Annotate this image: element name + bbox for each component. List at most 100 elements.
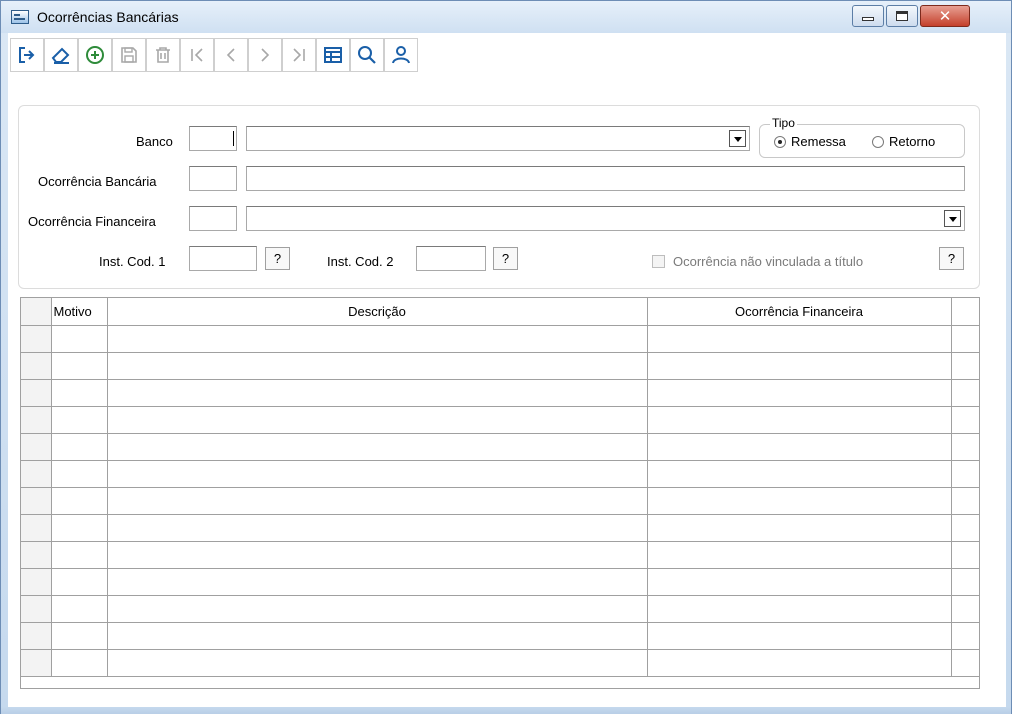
- cell-motivo[interactable]: [51, 514, 108, 542]
- toolbar: [10, 38, 418, 72]
- cell-ocorrencia-financeira[interactable]: [647, 568, 952, 596]
- new-button[interactable]: [78, 38, 112, 72]
- table-row[interactable]: [21, 406, 979, 434]
- close-icon: ✕: [938, 6, 952, 25]
- cell-motivo[interactable]: [51, 649, 108, 677]
- cell-descricao[interactable]: [107, 379, 648, 407]
- inst-cod2-help-button[interactable]: ?: [493, 247, 518, 270]
- table-row[interactable]: [21, 568, 979, 596]
- table-row[interactable]: [21, 433, 979, 461]
- inst-cod1-help-button[interactable]: ?: [265, 247, 290, 270]
- cell-descricao[interactable]: [107, 325, 648, 353]
- cell-ocorrencia-financeira[interactable]: [647, 514, 952, 542]
- tipo-legend: Tipo: [770, 116, 797, 130]
- user-button[interactable]: [384, 38, 418, 72]
- cell-motivo[interactable]: [51, 487, 108, 515]
- cell-ocorrencia-financeira[interactable]: [647, 460, 952, 488]
- minimize-button[interactable]: [852, 5, 884, 27]
- ocorrencia-bancaria-code-field[interactable]: [189, 166, 237, 191]
- cell-descricao[interactable]: [107, 622, 648, 650]
- banco-dropdown-arrow-icon[interactable]: [729, 130, 746, 147]
- cell-descricao[interactable]: [107, 487, 648, 515]
- cell-motivo[interactable]: [51, 325, 108, 353]
- table-row[interactable]: [21, 352, 979, 380]
- cell-descricao[interactable]: [107, 514, 648, 542]
- cell-ocorrencia-financeira[interactable]: [647, 595, 952, 623]
- cell-motivo[interactable]: [51, 595, 108, 623]
- table-row[interactable]: [21, 379, 979, 407]
- motivos-grid[interactable]: Motivo Descrição Ocorrência Financeira: [20, 297, 980, 689]
- cell-ind: [21, 406, 52, 434]
- exit-button[interactable]: [10, 38, 44, 72]
- save-button[interactable]: [112, 38, 146, 72]
- ocorrencia-bancaria-desc-field[interactable]: [246, 166, 965, 191]
- ocorrencia-bancaria-label: Ocorrência Bancária: [38, 174, 157, 189]
- cell-filler: [951, 487, 979, 515]
- column-header-descricao[interactable]: Descrição: [107, 298, 648, 326]
- inst-cod1-field[interactable]: [189, 246, 257, 271]
- nao-vinculada-checkbox[interactable]: [652, 255, 665, 268]
- cell-ocorrencia-financeira[interactable]: [647, 406, 952, 434]
- table-row[interactable]: [21, 487, 979, 515]
- cell-descricao[interactable]: [107, 433, 648, 461]
- table-row[interactable]: [21, 325, 979, 353]
- banco-code-field[interactable]: [189, 126, 237, 151]
- ocorrencia-financeira-dropdown-arrow-icon[interactable]: [944, 210, 961, 227]
- table-row[interactable]: [21, 460, 979, 488]
- cell-ocorrencia-financeira[interactable]: [647, 379, 952, 407]
- grid-view-button[interactable]: [316, 38, 350, 72]
- column-header-filler: [951, 298, 979, 326]
- cell-motivo[interactable]: [51, 406, 108, 434]
- ocorrencia-financeira-code-field[interactable]: [189, 206, 237, 231]
- cell-motivo[interactable]: [51, 541, 108, 569]
- ocorrencia-financeira-select[interactable]: [246, 206, 965, 231]
- clear-button[interactable]: [44, 38, 78, 72]
- nao-vinculada-help-button[interactable]: ?: [939, 247, 964, 270]
- banco-name-select[interactable]: [246, 126, 750, 151]
- cell-ocorrencia-financeira[interactable]: [647, 649, 952, 677]
- previous-record-button[interactable]: [214, 38, 248, 72]
- delete-button[interactable]: [146, 38, 180, 72]
- retorno-label: Retorno: [889, 134, 936, 149]
- table-row[interactable]: [21, 595, 979, 623]
- table-row[interactable]: [21, 514, 979, 542]
- close-button[interactable]: ✕: [920, 5, 970, 27]
- cell-descricao[interactable]: [107, 541, 648, 569]
- cell-ocorrencia-financeira[interactable]: [647, 433, 952, 461]
- table-row[interactable]: [21, 622, 979, 650]
- cell-ocorrencia-financeira[interactable]: [647, 541, 952, 569]
- retorno-radio[interactable]: [872, 136, 884, 148]
- cell-descricao[interactable]: [107, 352, 648, 380]
- table-row[interactable]: [21, 541, 979, 569]
- cell-motivo[interactable]: [51, 379, 108, 407]
- cell-descricao[interactable]: [107, 568, 648, 596]
- remessa-label: Remessa: [791, 134, 846, 149]
- cell-ocorrencia-financeira[interactable]: [647, 325, 952, 353]
- title-bar[interactable]: Ocorrências Bancárias ✕: [1, 1, 1011, 33]
- cell-motivo[interactable]: [51, 568, 108, 596]
- cell-motivo[interactable]: [51, 352, 108, 380]
- cell-descricao[interactable]: [107, 595, 648, 623]
- cell-descricao[interactable]: [107, 649, 648, 677]
- last-record-button[interactable]: [282, 38, 316, 72]
- cell-ocorrencia-financeira[interactable]: [647, 352, 952, 380]
- cell-descricao[interactable]: [107, 460, 648, 488]
- table-row[interactable]: [21, 649, 979, 677]
- search-button[interactable]: [350, 38, 384, 72]
- remessa-radio[interactable]: [774, 136, 786, 148]
- cell-motivo[interactable]: [51, 622, 108, 650]
- column-header-ocorrencia-financeira[interactable]: Ocorrência Financeira: [647, 298, 952, 326]
- first-record-button[interactable]: [180, 38, 214, 72]
- next-record-button[interactable]: [248, 38, 282, 72]
- cell-ocorrencia-financeira[interactable]: [647, 622, 952, 650]
- inst-cod2-field[interactable]: [416, 246, 486, 271]
- column-header-motivo[interactable]: Motivo: [51, 298, 108, 326]
- maximize-button[interactable]: [886, 5, 918, 27]
- cell-descricao[interactable]: [107, 406, 648, 434]
- cell-motivo[interactable]: [51, 433, 108, 461]
- tipo-group: Tipo Remessa Retorno: [759, 116, 965, 158]
- cell-filler: [951, 433, 979, 461]
- cell-motivo[interactable]: [51, 460, 108, 488]
- cell-ocorrencia-financeira[interactable]: [647, 487, 952, 515]
- add-circle-icon: [86, 46, 104, 64]
